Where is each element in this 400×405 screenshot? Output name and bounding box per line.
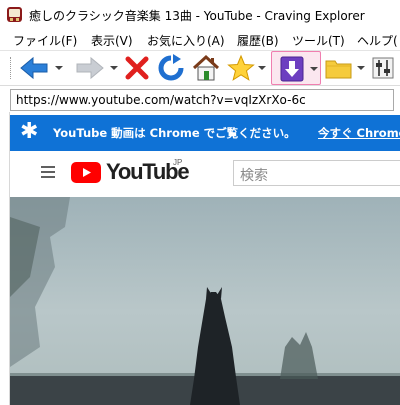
chevron-down-icon[interactable]: [309, 55, 319, 83]
home-button[interactable]: [191, 54, 221, 82]
back-dropdown[interactable]: [54, 54, 64, 82]
chevron-down-icon: [257, 54, 267, 82]
window-left-edge: [0, 112, 10, 405]
menu-view[interactable]: 表示(V): [91, 32, 133, 49]
youtube-region-label: JP: [173, 158, 183, 167]
chevron-down-icon: [109, 54, 119, 82]
toolbar-grip: [10, 57, 13, 79]
youtube-header: YouTube JP 検索: [10, 151, 400, 195]
back-button[interactable]: [18, 54, 50, 82]
settings-button[interactable]: [369, 54, 397, 82]
video-player[interactable]: [10, 197, 400, 405]
chrome-banner: ✱ YouTube 動画は Chrome でご覧ください。 今すぐ Chrome…: [10, 115, 400, 151]
menu-history[interactable]: 履歴(B): [237, 32, 279, 49]
address-bar[interactable]: https://www.youtube.com/watch?v=vqIzXrXo…: [10, 89, 394, 111]
menu-favorites[interactable]: お気に入り(A): [147, 32, 225, 49]
folder-dropdown[interactable]: [356, 54, 366, 82]
download-icon: [280, 56, 304, 82]
settings-icon: [369, 54, 397, 82]
forward-arrow-icon: [74, 54, 106, 82]
craving-explorer-window: 癒しのクラシック音楽集 13曲 - YouTube - Craving Expl…: [0, 0, 400, 405]
refresh-button[interactable]: [157, 54, 185, 82]
folder-button[interactable]: [324, 54, 354, 82]
banner-message: YouTube 動画は Chrome でご覧ください。: [53, 126, 296, 140]
forward-button[interactable]: [74, 54, 106, 82]
search-placeholder: 検索: [240, 168, 268, 184]
back-arrow-icon: [18, 54, 50, 82]
download-button[interactable]: [271, 51, 321, 85]
address-url[interactable]: https://www.youtube.com/watch?v=vqIzXrXo…: [16, 93, 306, 107]
app-icon: [6, 6, 23, 23]
chevron-down-icon: [356, 54, 366, 82]
favorites-star-icon: [226, 54, 256, 82]
menu-file[interactable]: ファイル(F): [13, 32, 77, 49]
refresh-icon: [157, 54, 185, 82]
favorites-button[interactable]: [226, 54, 256, 82]
stop-button[interactable]: [124, 54, 150, 82]
menu-help[interactable]: ヘルプ(: [357, 32, 398, 49]
toolbar: [0, 51, 400, 86]
stop-icon: [124, 54, 150, 82]
home-icon: [191, 54, 221, 82]
youtube-search-input[interactable]: 検索: [233, 160, 400, 186]
folder-icon: [324, 54, 354, 82]
favorites-dropdown[interactable]: [257, 54, 267, 82]
chevron-down-icon: [54, 54, 64, 82]
menu-bar: ファイル(F) 表示(V) お気に入り(A) 履歴(B) ツール(T) ヘルプ(: [0, 30, 400, 51]
forward-dropdown[interactable]: [109, 54, 119, 82]
video-frame-image: [10, 197, 400, 405]
menu-tools[interactable]: ツール(T): [292, 32, 345, 49]
asterisk-icon: ✱: [20, 119, 39, 144]
banner-chrome-link[interactable]: 今すぐ Chrome を入: [318, 125, 400, 141]
youtube-play-logo-icon[interactable]: [71, 162, 101, 183]
hamburger-menu-icon[interactable]: [41, 166, 55, 178]
window-title: 癒しのクラシック音楽集 13曲 - YouTube - Craving Expl…: [29, 9, 365, 23]
title-bar: 癒しのクラシック音楽集 13曲 - YouTube - Craving Expl…: [0, 0, 400, 30]
